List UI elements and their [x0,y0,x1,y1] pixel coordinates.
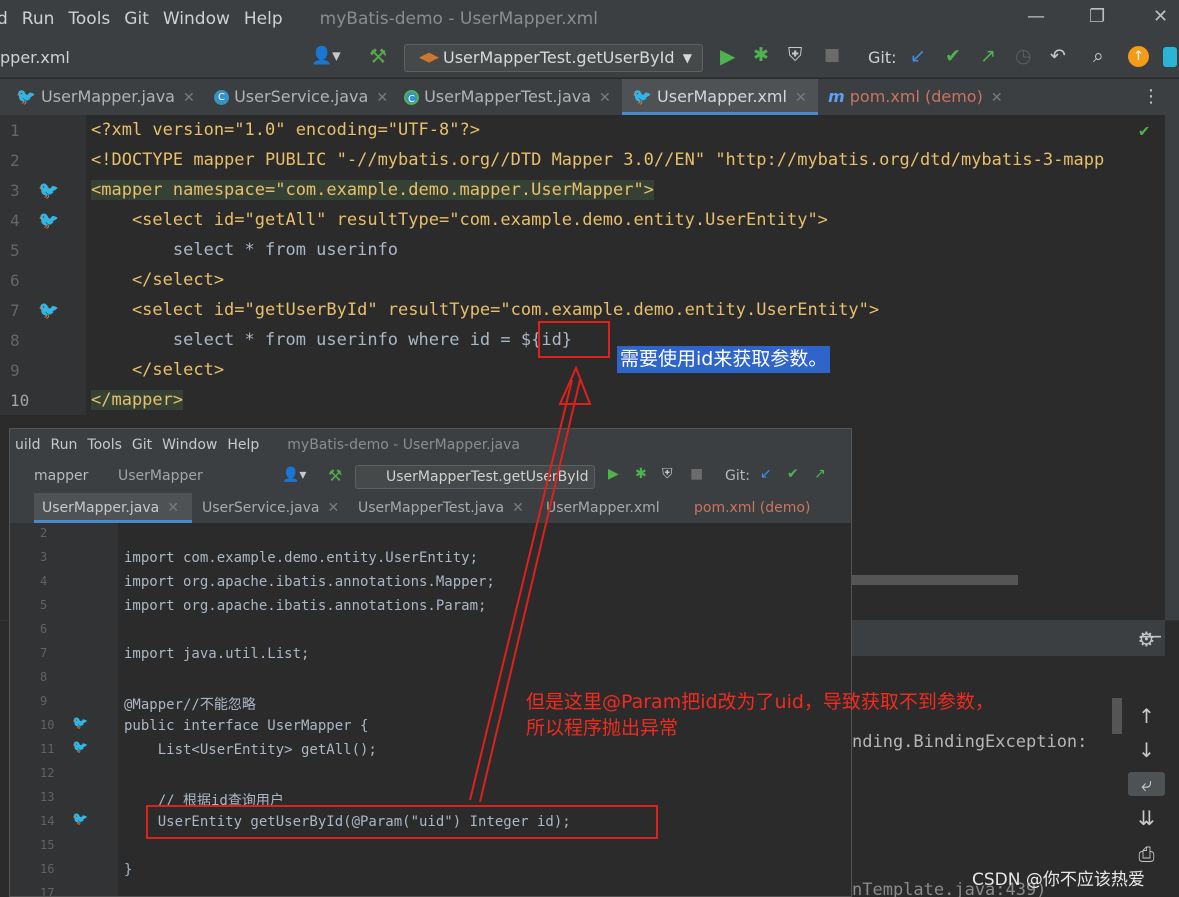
annotation-red: 但是这里@Param把id改为了uid，导致获取不到参数， 所以程序抛出异常 [526,691,994,739]
watermark: CSDN @你不应该热爱 [972,870,1145,890]
annotation-arrow [469,365,592,803]
